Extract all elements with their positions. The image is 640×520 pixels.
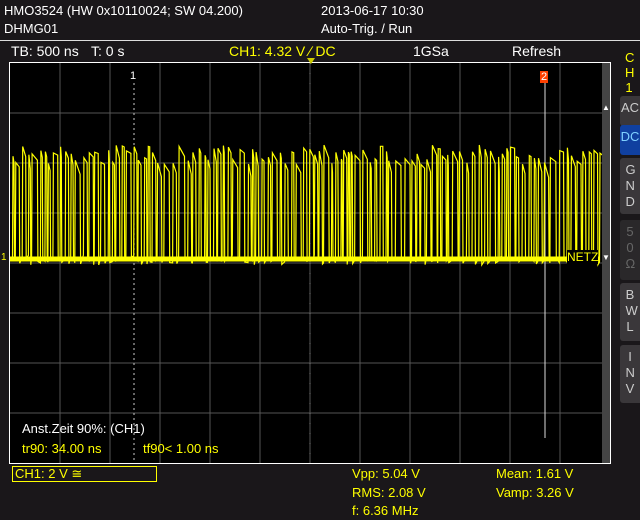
mean-result: Mean: 1.61 V xyxy=(496,466,574,481)
scroll-up-icon[interactable]: ▲ xyxy=(602,103,610,112)
termination-50ohm-button[interactable]: 50Ω xyxy=(620,220,640,280)
channel-label: CH1 xyxy=(622,50,636,95)
vpp-result: Vpp: 5.04 V xyxy=(352,466,420,481)
waveform-canvas xyxy=(10,63,610,463)
netz-trigger-label: NETZ xyxy=(567,250,599,264)
bwl-label: BWL xyxy=(625,287,638,334)
measure-title: Anst.Zeit 90%: (CH1) xyxy=(22,421,145,436)
rms-result: RMS: 2.08 V xyxy=(352,485,426,500)
sample-rate: 1GSa xyxy=(413,43,449,59)
trigger-mode: Auto-Trig. / Run xyxy=(321,21,413,36)
cursor-1-label[interactable]: 1 xyxy=(130,70,136,82)
trigger-position-icon xyxy=(307,58,315,64)
fall-time: tf90< 1.00 ns xyxy=(143,441,219,456)
coupling-gnd-button[interactable]: GND xyxy=(620,158,640,214)
channel-1-scale[interactable]: CH1: 2 V ≅ xyxy=(12,466,157,482)
50ohm-label: 50Ω xyxy=(625,224,636,271)
frequency-result: f: 6.36 MHz xyxy=(352,503,419,518)
rise-time: tr90: 34.00 ns xyxy=(22,441,102,456)
coupling-dc-button[interactable]: DC xyxy=(620,125,640,155)
timebase[interactable]: TB: 500 ns xyxy=(11,43,79,59)
inv-label: INV xyxy=(625,349,635,396)
datetime: 2013-06-17 10:30 xyxy=(321,3,424,18)
channel-label-text: CH1 xyxy=(625,50,635,95)
cursor-2-label[interactable]: 2 xyxy=(540,71,549,83)
vertical-scrollbar[interactable]: ▲ ▼ xyxy=(602,63,610,463)
trigger-setting[interactable]: CH1: 4.32 V ∕ DC xyxy=(229,43,336,59)
header-divider xyxy=(0,40,640,41)
vamp-result: Vamp: 3.26 V xyxy=(496,485,574,500)
invert-button[interactable]: INV xyxy=(620,345,640,403)
coupling-ac-button[interactable]: AC xyxy=(620,96,640,126)
device-name: DHMG01 xyxy=(4,21,59,36)
time-offset[interactable]: T: 0 s xyxy=(91,43,124,59)
waveform-display[interactable] xyxy=(9,62,611,464)
scroll-down-icon[interactable]: ▼ xyxy=(602,253,610,262)
acq-mode[interactable]: Refresh xyxy=(512,43,561,59)
device-info: HMO3524 (HW 0x10110024; SW 04.200) xyxy=(4,3,243,18)
channel-1-ground-marker[interactable]: 1 xyxy=(1,252,7,263)
gnd-label: GND xyxy=(625,162,636,209)
bwl-button[interactable]: BWL xyxy=(620,283,640,341)
